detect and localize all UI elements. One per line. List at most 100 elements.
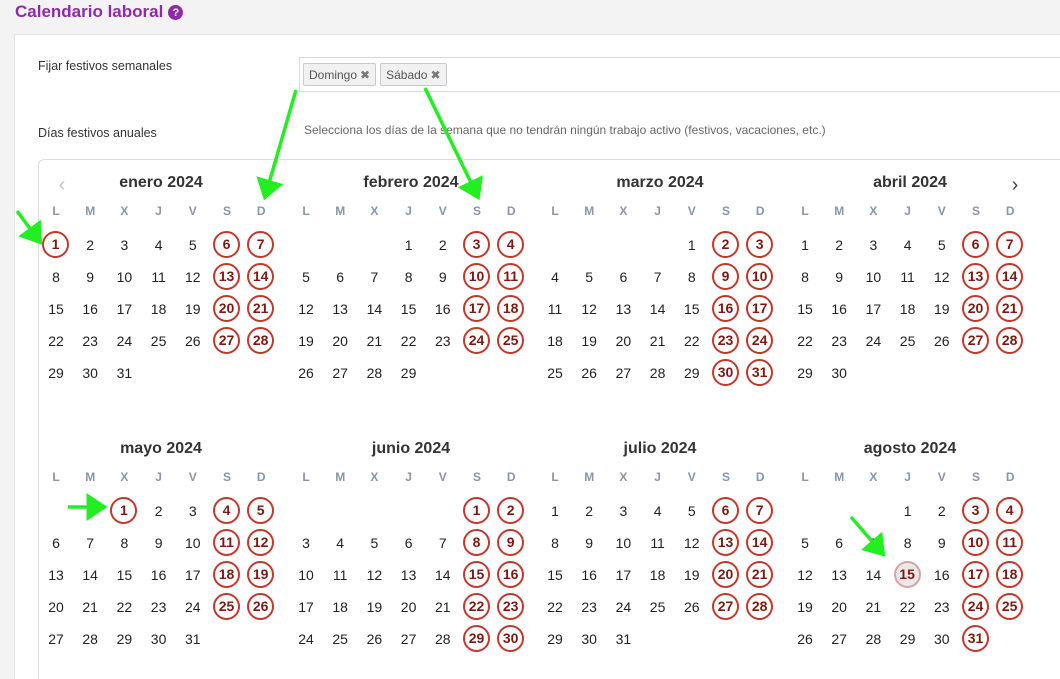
calendar-day[interactable]: 5	[791, 529, 819, 557]
holiday-day[interactable]: 10	[962, 529, 989, 556]
calendar-day[interactable]: 30	[76, 359, 104, 387]
calendar-day[interactable]: 4	[145, 231, 173, 259]
calendar-day[interactable]: 1	[541, 497, 569, 525]
calendar-day[interactable]: 22	[791, 327, 819, 355]
question-icon[interactable]: ?	[168, 5, 184, 20]
calendar-day[interactable]: 11	[541, 295, 569, 323]
holiday-day[interactable]: 10	[463, 263, 490, 290]
calendar-day[interactable]: 14	[429, 561, 457, 589]
calendar-day[interactable]: 19	[791, 593, 819, 621]
holiday-day[interactable]: 14	[247, 263, 275, 290]
calendar-day[interactable]: 25	[894, 327, 922, 355]
holiday-day[interactable]: 4	[996, 497, 1024, 524]
holiday-day[interactable]: 27	[962, 327, 989, 354]
calendar-day[interactable]: 3	[292, 529, 320, 557]
holiday-day[interactable]: 1	[42, 231, 69, 258]
calendar-day[interactable]: 4	[541, 263, 569, 291]
holiday-day[interactable]: 30	[497, 625, 525, 652]
calendar-day[interactable]: 19	[179, 295, 207, 323]
calendar-day[interactable]: 16	[825, 295, 853, 323]
calendar-day[interactable]: 13	[42, 561, 70, 589]
holiday-day[interactable]: 2	[712, 231, 739, 258]
holiday-day[interactable]: 30	[712, 359, 739, 386]
holiday-day[interactable]: 21	[247, 295, 275, 322]
holiday-day[interactable]: 5	[247, 497, 275, 524]
calendar-day[interactable]: 26	[791, 625, 819, 653]
holiday-day[interactable]: 13	[213, 263, 240, 290]
holiday-day[interactable]: 6	[213, 231, 240, 258]
calendar-day[interactable]: 20	[825, 593, 853, 621]
calendar-day[interactable]: 15	[791, 295, 819, 323]
calendar-day[interactable]: 8	[42, 263, 70, 291]
calendar-day[interactable]: 9	[145, 529, 173, 557]
calendar-day[interactable]: 8	[541, 529, 569, 557]
calendar-day[interactable]: 13	[395, 561, 423, 589]
calendar-day[interactable]: 23	[928, 593, 956, 621]
calendar-day[interactable]: 24	[179, 593, 207, 621]
holiday-day[interactable]: 24	[463, 327, 490, 354]
calendar-day[interactable]: 12	[928, 263, 956, 291]
holiday-day[interactable]: 3	[746, 231, 774, 258]
calendar-day[interactable]: 2	[76, 231, 104, 259]
calendar-day[interactable]: 5	[928, 231, 956, 259]
holiday-day[interactable]: 2	[497, 497, 525, 524]
calendar-day[interactable]: 30	[575, 625, 603, 653]
calendar-day[interactable]: 23	[429, 327, 457, 355]
holiday-day[interactable]: 23	[497, 593, 525, 620]
weekly-holidays-select[interactable]: Domingo ✖ Sábado ✖	[299, 57, 1060, 92]
calendar-day[interactable]: 5	[292, 263, 320, 291]
calendar-day[interactable]: 19	[575, 327, 603, 355]
holiday-day[interactable]: 11	[996, 529, 1024, 556]
calendar-day[interactable]: 30	[825, 359, 853, 387]
calendar-day[interactable]: 7	[644, 263, 672, 291]
holiday-day[interactable]: 10	[746, 263, 774, 290]
holiday-day[interactable]: 25	[213, 593, 240, 620]
calendar-day[interactable]: 7	[429, 529, 457, 557]
calendar-day[interactable]: 5	[575, 263, 603, 291]
calendar-day[interactable]: 6	[825, 529, 853, 557]
calendar-day[interactable]: 1	[678, 231, 706, 259]
calendar-day[interactable]: 11	[644, 529, 672, 557]
holiday-day[interactable]: 13	[712, 529, 739, 556]
calendar-day[interactable]: 29	[678, 359, 706, 387]
calendar-day[interactable]: 22	[678, 327, 706, 355]
calendar-day[interactable]: 16	[429, 295, 457, 323]
calendar-day[interactable]: 12	[575, 295, 603, 323]
holiday-day[interactable]: 17	[463, 295, 490, 322]
calendar-day[interactable]: 19	[928, 295, 956, 323]
calendar-day[interactable]: 20	[395, 593, 423, 621]
holiday-day[interactable]: 14	[996, 263, 1024, 290]
holiday-day[interactable]: 15	[893, 561, 921, 588]
holiday-day[interactable]: 15	[463, 561, 490, 588]
holiday-day[interactable]: 12	[247, 529, 275, 556]
holiday-day[interactable]: 26	[247, 593, 275, 620]
calendar-day[interactable]: 9	[928, 529, 956, 557]
holiday-day[interactable]: 17	[962, 561, 989, 588]
calendar-day[interactable]: 8	[791, 263, 819, 291]
calendar-day[interactable]: 1	[395, 231, 423, 259]
calendar-day[interactable]: 28	[429, 625, 457, 653]
calendar-day[interactable]: 16	[76, 295, 104, 323]
calendar-day[interactable]: 23	[825, 327, 853, 355]
calendar-day[interactable]: 18	[894, 295, 922, 323]
calendar-day[interactable]: 22	[42, 327, 70, 355]
calendar-day[interactable]: 15	[395, 295, 423, 323]
holiday-day[interactable]: 8	[463, 529, 490, 556]
holiday-day[interactable]: 27	[213, 327, 240, 354]
holiday-day[interactable]: 29	[463, 625, 490, 652]
calendar-day[interactable]: 6	[42, 529, 70, 557]
calendar-day[interactable]: 29	[541, 625, 569, 653]
calendar-day[interactable]: 28	[76, 625, 104, 653]
calendar-day[interactable]: 4	[326, 529, 354, 557]
calendar-day[interactable]: 29	[791, 359, 819, 387]
calendar-day[interactable]: 19	[678, 561, 706, 589]
holiday-day[interactable]: 6	[712, 497, 739, 524]
calendar-day[interactable]: 2	[429, 231, 457, 259]
holiday-day[interactable]: 18	[213, 561, 240, 588]
holiday-day[interactable]: 25	[497, 327, 525, 354]
calendar-day[interactable]: 23	[145, 593, 173, 621]
calendar-day[interactable]: 11	[145, 263, 173, 291]
calendar-day[interactable]: 8	[678, 263, 706, 291]
holiday-day[interactable]: 21	[746, 561, 774, 588]
calendar-day[interactable]: 29	[42, 359, 70, 387]
